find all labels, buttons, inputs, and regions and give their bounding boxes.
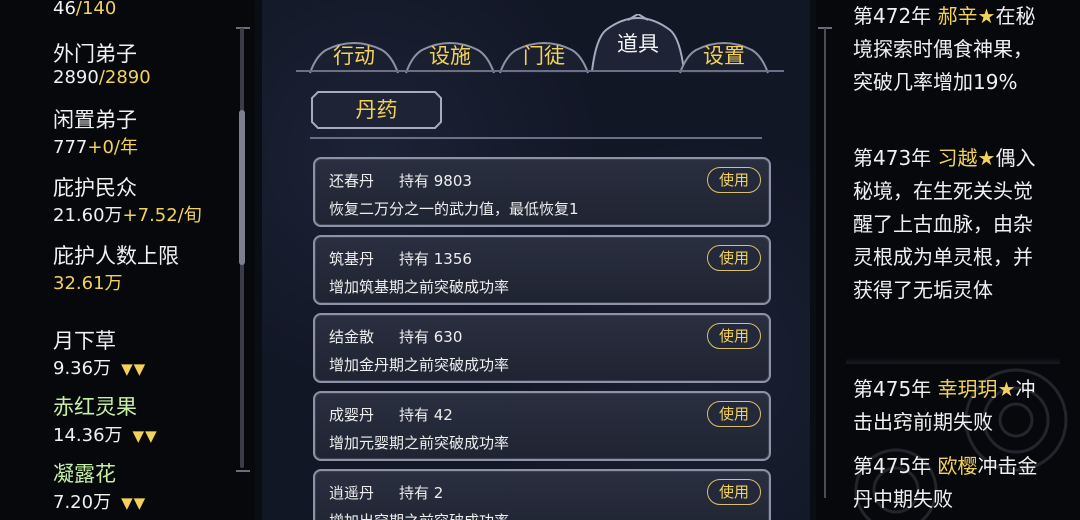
log-scrollbar[interactable] xyxy=(824,28,826,498)
herb-amount-row: 7.20万 ▼▼ xyxy=(53,488,146,514)
log-year: 第472年 xyxy=(853,4,938,28)
item-card: 筑基丹 持有 1356 增加筑基期之前突破成功率 使用 xyxy=(313,235,771,305)
item-card: 结金散 持有 630 增加金丹期之前突破成功率 使用 xyxy=(313,313,771,383)
item-name: 筑基丹 xyxy=(329,250,375,268)
item-card: 还春丹 持有 9803 恢复二万分之一的武力值，最低恢复1 使用 xyxy=(313,157,771,227)
idle-disciples-value: 777+0/年 xyxy=(53,133,138,159)
log-year: 第475年 xyxy=(853,377,938,401)
outer-disciples-value: 2890/2890 xyxy=(53,67,151,88)
item-description: 恢复二万分之一的武力值，最低恢复1 xyxy=(329,200,579,218)
outer-disciples-current: 2890 xyxy=(53,67,99,88)
item-description: 增加金丹期之前突破成功率 xyxy=(329,356,510,374)
tab-label: 道具 xyxy=(617,32,659,56)
top-counter: 46/140 xyxy=(53,0,116,19)
event-log-panel: 第472年 郝辛★在秘境探索时偶食神果，突破几率增加19% 第473年 习越★偶… xyxy=(816,0,1080,520)
decline-arrows-icon: ▼▼ xyxy=(121,360,147,378)
item-hold: 持有 42 xyxy=(399,406,453,424)
top-counter-max: /140 xyxy=(75,0,117,19)
item-description: 增加出窍期之前突破成功率 xyxy=(329,510,509,520)
idle-disciples-label: 闲置弟子 xyxy=(53,108,137,132)
log-entry: 第473年 习越★偶入秘境，在生死关头觉醒了上古血脉，由杂灵根成为单灵根，并获得… xyxy=(853,142,1049,356)
use-button[interactable]: 使用 xyxy=(707,479,761,505)
subtab-label: 丹药 xyxy=(355,98,398,122)
item-name: 还春丹 xyxy=(329,172,375,190)
log-divider xyxy=(846,358,1060,364)
left-stats-panel: 46/140 外门弟子 2890/2890 闲置弟子 777+0/年 庇护民众 … xyxy=(0,0,255,520)
herb-amount: 7.20万 xyxy=(53,492,112,513)
protected-people-rate: +7.52/旬 xyxy=(122,205,202,226)
decline-arrows-icon: ▼▼ xyxy=(121,494,147,512)
log-disciple: 习越★ xyxy=(937,146,996,170)
idle-disciples-rate: +0/年 xyxy=(87,137,138,158)
tab-label: 门徒 xyxy=(523,44,565,68)
log-disciple: 欧樱 xyxy=(937,454,978,478)
tab-label: 设施 xyxy=(429,44,471,68)
outer-disciples-max: /2890 xyxy=(98,67,151,88)
herb-amount-row: 9.36万 ▼▼ xyxy=(53,354,146,380)
tab-actions[interactable]: 行动 xyxy=(306,36,402,74)
log-disciple: 幸玥玥★ xyxy=(937,377,1016,401)
item-hold: 持有 2 xyxy=(399,484,444,502)
item-description: 增加筑基期之前突破成功率 xyxy=(329,278,510,296)
protect-limit-label: 庇护人数上限 xyxy=(53,244,179,268)
herb-name: 月下草 xyxy=(53,329,116,353)
item-name: 逍遥丹 xyxy=(329,484,375,502)
herb-amount: 9.36万 xyxy=(53,358,112,379)
top-counter-current: 46 xyxy=(53,0,76,19)
herb-amount: 14.36万 xyxy=(53,425,123,446)
log-entry: 第475年 幸玥玥★冲击出窍前期失败 xyxy=(853,373,1049,439)
log-entry: 第475年 欧樱冲击金丹中期失败 xyxy=(853,450,1049,516)
item-card: 成婴丹 持有 42 增加元婴期之前突破成功率 使用 xyxy=(313,391,771,461)
log-year: 第475年 xyxy=(853,454,938,478)
subtab-pills[interactable]: 丹药 xyxy=(310,90,443,130)
item-description: 增加元婴期之前突破成功率 xyxy=(329,434,510,452)
item-hold: 持有 630 xyxy=(399,328,463,346)
protected-people-value: 21.60万+7.52/旬 xyxy=(53,201,202,227)
tab-settings[interactable]: 设置 xyxy=(676,36,772,74)
tab-label: 行动 xyxy=(333,44,375,68)
left-scrollbar-thumb[interactable] xyxy=(239,110,245,265)
item-hold: 持有 9803 xyxy=(399,172,472,190)
outer-disciples-label: 外门弟子 xyxy=(53,42,137,66)
protected-people-label: 庇护民众 xyxy=(53,176,137,200)
protected-people-current: 21.60万 xyxy=(53,205,123,226)
use-button[interactable]: 使用 xyxy=(707,401,761,427)
item-name: 成婴丹 xyxy=(329,406,375,424)
herb-name: 凝露花 xyxy=(53,462,116,486)
protect-limit-value: 32.61万 xyxy=(53,273,123,294)
item-hold: 持有 1356 xyxy=(399,250,472,268)
item-card: 逍遥丹 持有 2 增加出窍期之前突破成功率 使用 xyxy=(313,469,771,520)
use-button[interactable]: 使用 xyxy=(707,323,761,349)
log-disciple: 郝辛★ xyxy=(937,4,996,28)
inventory-panel: 行动 设施 门徒 道具 设置 丹药 还春丹 持有 9803 恢复二万分之一的武力… xyxy=(262,0,810,520)
tab-underline xyxy=(296,70,784,72)
tab-facilities[interactable]: 设施 xyxy=(402,36,498,74)
log-year: 第473年 xyxy=(853,146,938,170)
decline-arrows-icon: ▼▼ xyxy=(132,427,158,445)
subtab-underline xyxy=(310,137,762,139)
herb-amount-row: 14.36万 ▼▼ xyxy=(53,421,158,447)
tab-disciples[interactable]: 门徒 xyxy=(496,36,592,74)
tab-label: 设置 xyxy=(703,44,745,68)
scrollbar-cap-bottom xyxy=(236,470,250,472)
herb-name: 赤红灵果 xyxy=(53,395,137,419)
use-button[interactable]: 使用 xyxy=(707,245,761,271)
log-entry: 第472年 郝辛★在秘境探索时偶食神果，突破几率增加19% xyxy=(853,0,1049,99)
item-name: 结金散 xyxy=(329,328,375,346)
tab-items[interactable]: 道具 xyxy=(588,14,688,72)
use-button[interactable]: 使用 xyxy=(707,167,761,193)
idle-disciples-current: 777 xyxy=(53,137,88,158)
